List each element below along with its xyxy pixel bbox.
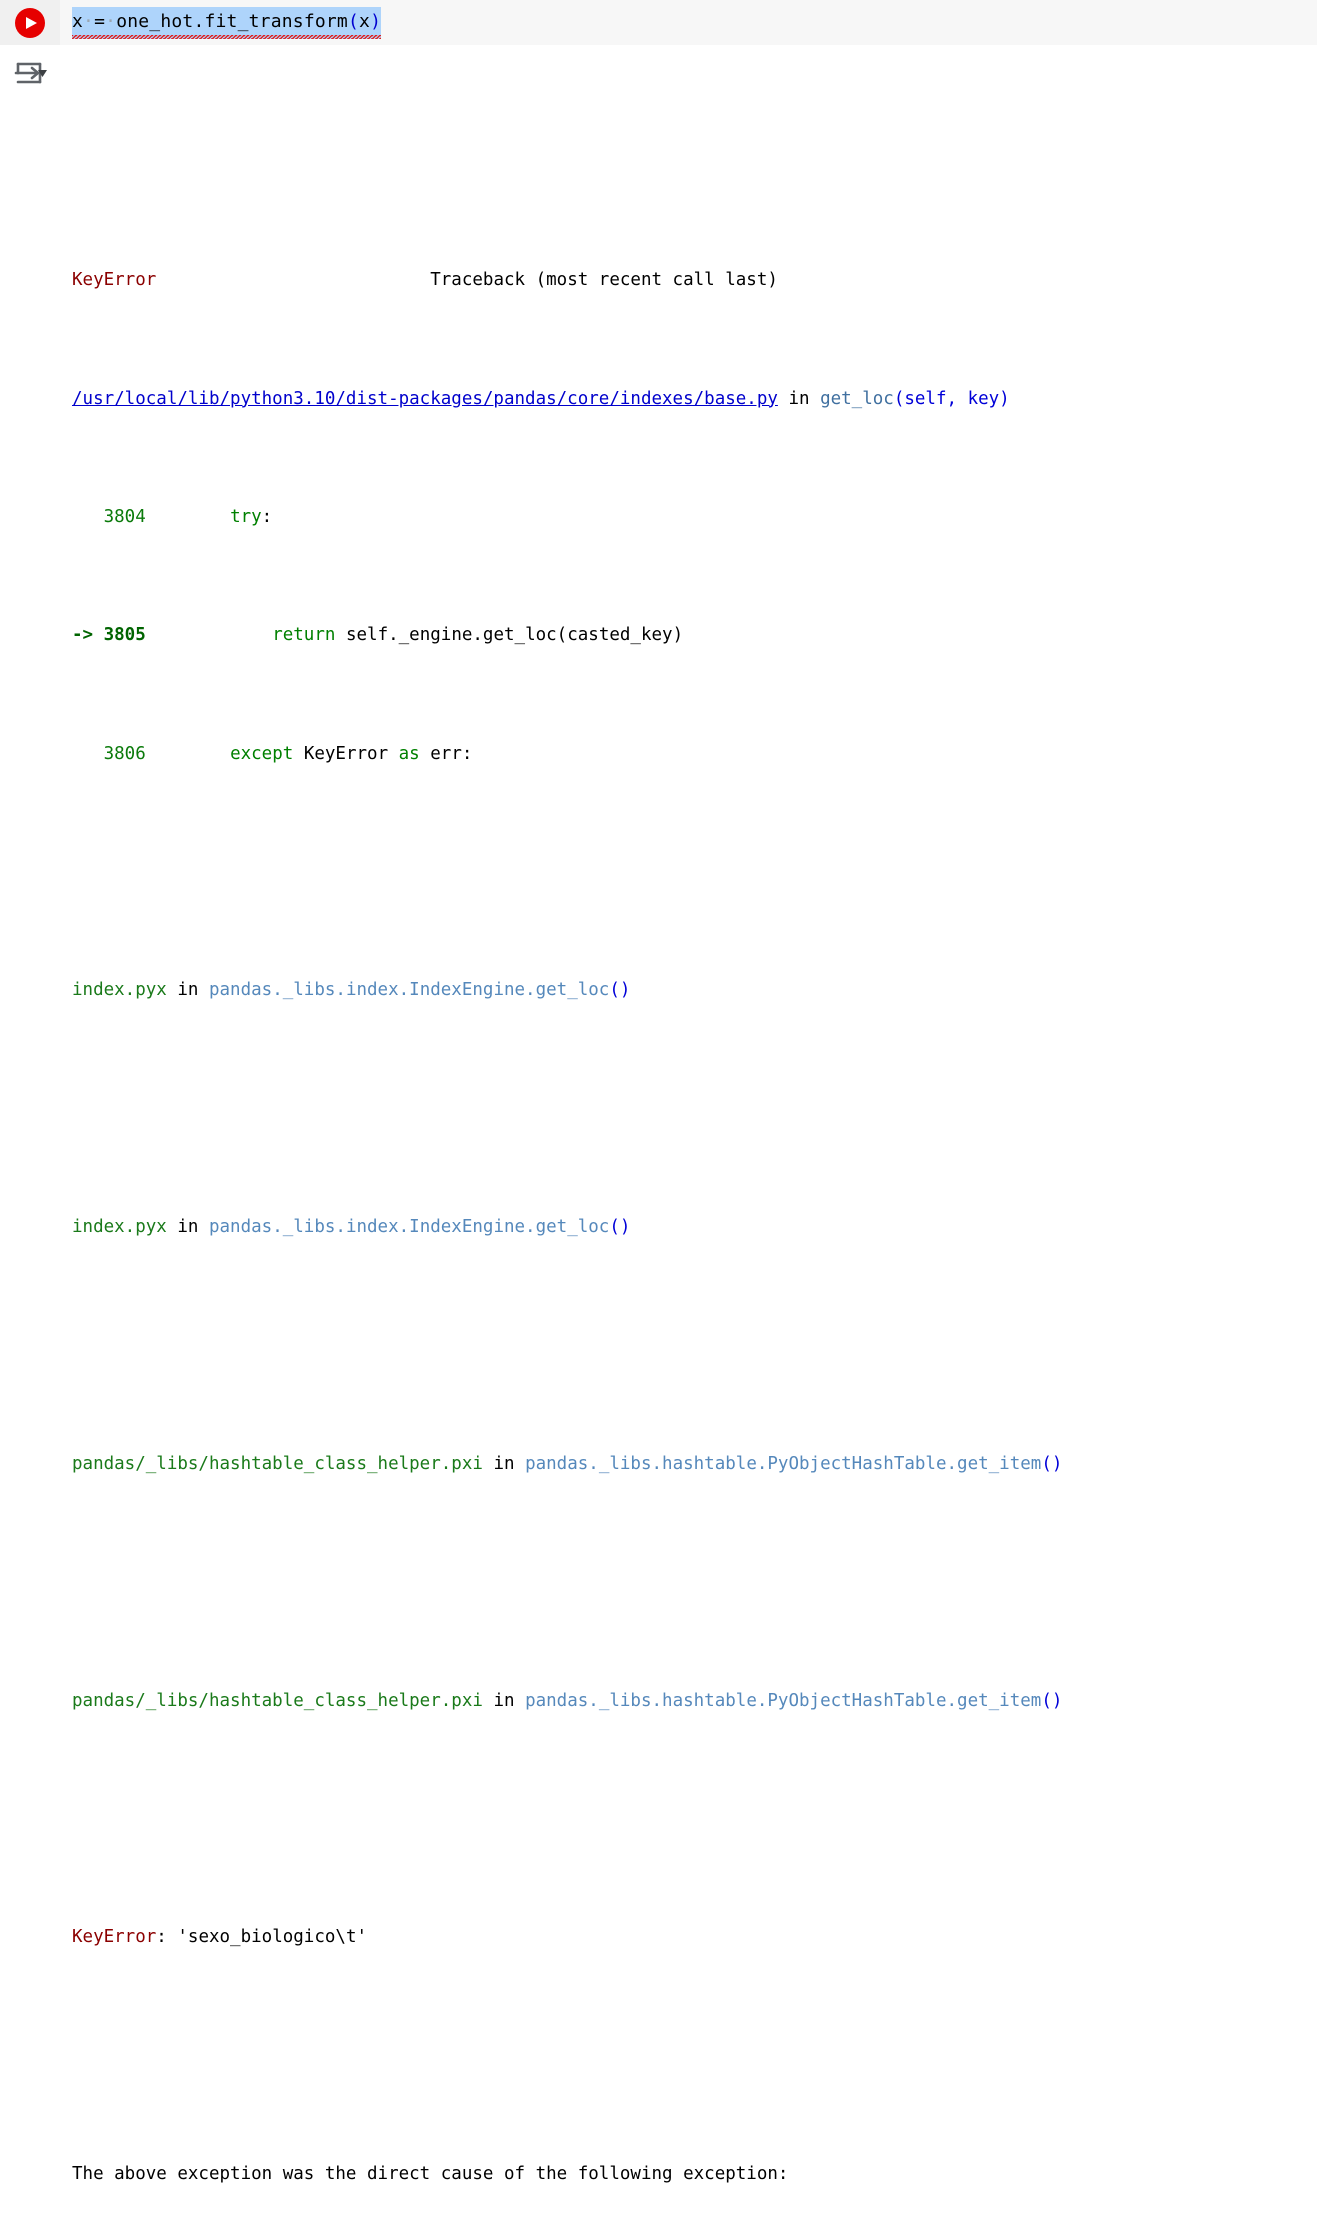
module-path-hashtable-2: pandas._libs.hashtable.PyObjectHashTable…: [525, 1690, 1042, 1711]
file-path-link-pandas-base[interactable]: /usr/local/lib/python3.10/dist-packages/…: [72, 389, 778, 409]
call-parens: (): [609, 1217, 631, 1238]
in-keyword: in: [166, 1217, 209, 1238]
code-call: one_hot.fit_transform: [116, 10, 348, 32]
current-line-marker-3805: -> 3805: [72, 625, 146, 646]
traceback-header-1: Traceback (most recent call last): [430, 270, 778, 291]
code-paren-close: ): [370, 10, 382, 32]
frame-hashtable-pxi-2: pandas/_libs/hashtable_class_helper.pxi …: [72, 1687, 1317, 1717]
run-cell-button[interactable]: [15, 7, 45, 38]
keyword-except-3806: except: [230, 743, 294, 764]
file-hashtable-pxi-1: pandas/_libs/hashtable_class_helper.pxi: [72, 1453, 483, 1474]
frame-index-pyx-2: index.pyx in pandas._libs.index.IndexEng…: [72, 1213, 1317, 1243]
line-3806-mid: KeyError: [293, 743, 399, 764]
keyword-as-3806: as: [398, 743, 420, 764]
code-op: =: [94, 10, 106, 32]
code-selection[interactable]: x·=·one_hot.fit_transform(x): [72, 6, 382, 39]
file-index-pyx-2: index.pyx: [72, 1217, 167, 1238]
traceback-output: KeyError Traceback (most recent call las…: [60, 45, 1317, 2220]
call-parens: (): [609, 980, 631, 1001]
separator-line: [72, 148, 1317, 178]
keyerror-value-1: : 'sexo_biologico\t': [156, 1927, 368, 1948]
in-keyword: in: [166, 980, 209, 1001]
module-path-hashtable-1: pandas._libs.hashtable.PyObjectHashTable…: [525, 1453, 1042, 1474]
function-args-1: (self, key): [893, 388, 1010, 409]
line-3805-rest: self._engine.get_loc(casted_key): [335, 625, 684, 646]
line-number-3804: 3804: [72, 506, 146, 527]
code-paren-open: (: [347, 10, 360, 32]
code-editor-line[interactable]: x·=·one_hot.fit_transform(x): [60, 6, 1317, 39]
frame-index-pyx-1: index.pyx in pandas._libs.index.IndexEng…: [72, 976, 1317, 1006]
source-line-3804: 3804 try:: [72, 503, 1317, 533]
keyerror-message-1: KeyError: 'sexo_biologico\t': [72, 1923, 1317, 1953]
module-path-indexengine-1: pandas._libs.index.IndexEngine.get_loc: [208, 980, 610, 1001]
call-parens: (): [1041, 1690, 1063, 1711]
cell-output-area: KeyError Traceback (most recent call las…: [0, 45, 1317, 2220]
function-name-get-loc: get_loc: [820, 388, 894, 409]
keyerror-label-1: KeyError: [72, 1927, 157, 1948]
error-type-keyerror-1: KeyError: [72, 270, 157, 291]
call-parens: (): [1041, 1453, 1063, 1474]
in-keyword-1: in: [777, 388, 821, 409]
keyword-try: try: [230, 506, 262, 527]
line-number-3806: 3806: [72, 743, 146, 764]
in-keyword: in: [482, 1690, 526, 1711]
play-icon: [26, 16, 37, 29]
cell-run-gutter: [0, 0, 60, 45]
file-index-pyx-1: index.pyx: [72, 980, 167, 1001]
source-line-3806: 3806 except KeyError as err:: [72, 740, 1317, 770]
code-space-dot-1: ·: [83, 10, 95, 32]
frame-hashtable-pxi-1: pandas/_libs/hashtable_class_helper.pxi …: [72, 1450, 1317, 1480]
keyword-return-3805: return: [272, 625, 336, 646]
file-hashtable-pxi-2: pandas/_libs/hashtable_class_helper.pxi: [72, 1690, 483, 1711]
code-space-dot-2: ·: [105, 10, 117, 32]
code-arg: x: [359, 10, 371, 32]
cause-text-1: The above exception was the direct cause…: [72, 2164, 789, 2185]
exception-cause-text-1: The above exception was the direct cause…: [72, 2160, 1317, 2190]
output-gutter: [0, 45, 60, 89]
traceback-1-title: KeyError Traceback (most recent call las…: [72, 266, 1317, 296]
line-3806-rest: err:: [419, 743, 473, 764]
in-keyword: in: [482, 1453, 526, 1474]
code-cell-header: x·=·one_hot.fit_transform(x): [0, 0, 1317, 45]
code-var: x: [72, 10, 84, 32]
source-line-3805: -> 3805 return self._engine.get_loc(cast…: [72, 621, 1317, 651]
line-3804-rest: :: [261, 506, 273, 527]
output-toggle-icon[interactable]: [13, 59, 47, 89]
module-path-indexengine-2: pandas._libs.index.IndexEngine.get_loc: [208, 1217, 610, 1238]
traceback-1-location: /usr/local/lib/python3.10/dist-packages/…: [72, 385, 1317, 415]
